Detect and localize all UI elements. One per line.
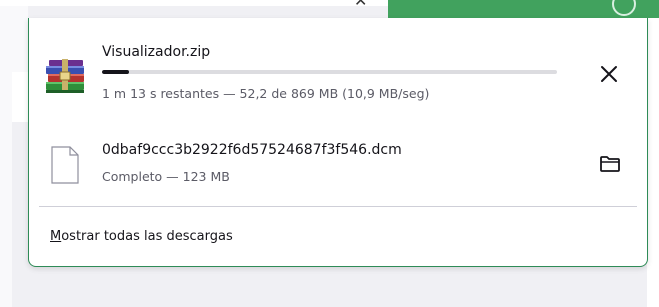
winrar-archive-icon (46, 59, 84, 93)
url-bar-edge (0, 0, 390, 6)
cancel-download-button[interactable] (595, 60, 623, 88)
downloads-panel: Visualizador.zip 1 m 13 s restantes — 52… (28, 18, 648, 267)
generic-file-icon (51, 146, 79, 184)
download-filename: 0dbaf9ccc3b2922f6d57524687f3f546.dcm (102, 142, 402, 158)
folder-icon (600, 156, 620, 172)
right-strip (647, 18, 659, 307)
panel-divider (39, 206, 637, 207)
url-clear-icon[interactable]: ✕ (354, 0, 367, 10)
show-all-downloads-link[interactable]: Mostrar todas las descargas (50, 229, 233, 244)
left-strip (0, 70, 12, 307)
download-item-completed[interactable]: 0dbaf9ccc3b2922f6d57524687f3f546.dcm Com… (29, 136, 647, 196)
show-in-folder-button[interactable] (596, 150, 624, 178)
download-filename: Visualizador.zip (102, 44, 211, 60)
close-icon (601, 66, 617, 82)
download-progress-fill (102, 70, 130, 74)
left-edge-area (0, 0, 28, 72)
download-progress-bar (102, 70, 557, 74)
download-status: Completo — 123 MB (102, 169, 230, 184)
download-status: 1 m 13 s restantes — 52,2 de 869 MB (10,… (102, 86, 430, 101)
access-key-letter: M (50, 229, 62, 244)
show-all-downloads-label: ostrar todas las descargas (61, 229, 233, 244)
download-item-in-progress[interactable]: Visualizador.zip 1 m 13 s restantes — 52… (29, 38, 647, 108)
